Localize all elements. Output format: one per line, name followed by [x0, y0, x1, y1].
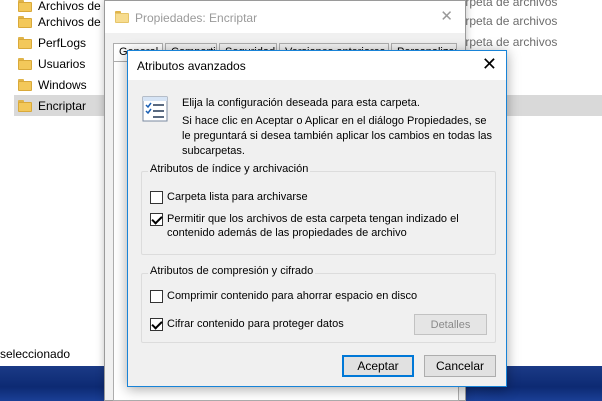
- properties-title: Propiedades: Encriptar: [135, 11, 258, 25]
- archive-checkbox[interactable]: [150, 191, 163, 204]
- encrypt-checkbox[interactable]: [150, 318, 163, 331]
- index-label: Permitir que los archivos de esta carpet…: [167, 213, 459, 239]
- close-icon[interactable]: ✕: [482, 54, 497, 74]
- compress-encrypt-group: Atributos de compresión y cifrado Compri…: [141, 265, 496, 343]
- properties-titlebar: Propiedades: Encriptar ✕: [105, 1, 465, 33]
- folder-name: Windows: [38, 77, 87, 92]
- cancel-button[interactable]: Cancelar: [424, 355, 496, 377]
- archive-label: Carpeta lista para archivarse: [167, 191, 308, 203]
- folder-name: Encriptar: [38, 98, 87, 113]
- compress-group-title: Atributos de compresión y cifrado: [148, 265, 316, 277]
- folder-icon: [18, 36, 32, 49]
- details-button[interactable]: Detalles: [414, 314, 487, 335]
- index-checkbox[interactable]: [150, 213, 163, 226]
- folder-icon: [18, 78, 32, 91]
- type-column-item: Carpeta de archivos: [450, 14, 558, 28]
- index-option[interactable]: Permitir que los archivos de esta carpet…: [150, 212, 485, 240]
- type-column-item: Carpeta de archivos: [450, 35, 558, 49]
- ok-button[interactable]: Aceptar: [342, 355, 414, 377]
- type-column-item: Carpeta de archivos: [450, 0, 558, 9]
- close-icon[interactable]: ✕: [440, 7, 453, 25]
- compress-option[interactable]: Comprimir contenido para ahorrar espacio…: [150, 289, 417, 303]
- index-group-title: Atributos de índice y archivación: [148, 163, 311, 175]
- settings-list-icon: [142, 96, 168, 122]
- folder-icon: [115, 11, 129, 23]
- folder-name: Usuarios: [38, 56, 86, 71]
- status-bar-text: seleccionado: [0, 347, 71, 361]
- archive-option[interactable]: Carpeta lista para archivarse: [150, 190, 308, 204]
- folder-icon: [18, 15, 32, 28]
- advanced-attributes-dialog: Atributos avanzados ✕ Elija la configura…: [127, 50, 507, 387]
- info-text: Elija la configuración deseada para esta…: [182, 96, 492, 162]
- dialog-titlebar: Atributos avanzados ✕: [128, 51, 506, 80]
- folder-icon: [18, 0, 32, 12]
- index-archive-group: Atributos de índice y archivación Carpet…: [141, 163, 496, 255]
- info-line-1: Elija la configuración deseada para esta…: [182, 97, 420, 109]
- dialog-title: Atributos avanzados: [137, 59, 246, 73]
- encrypt-label: Cifrar contenido para proteger datos: [167, 318, 344, 330]
- encrypt-option[interactable]: Cifrar contenido para proteger datos: [150, 317, 344, 331]
- compress-checkbox[interactable]: [150, 290, 163, 303]
- folder-icon: [18, 99, 32, 112]
- folder-name: PerfLogs: [38, 35, 87, 50]
- folder-icon: [18, 57, 32, 70]
- info-line-2: Si hace clic en Aceptar o Aplicar en el …: [182, 115, 493, 157]
- compress-label: Comprimir contenido para ahorrar espacio…: [167, 290, 418, 302]
